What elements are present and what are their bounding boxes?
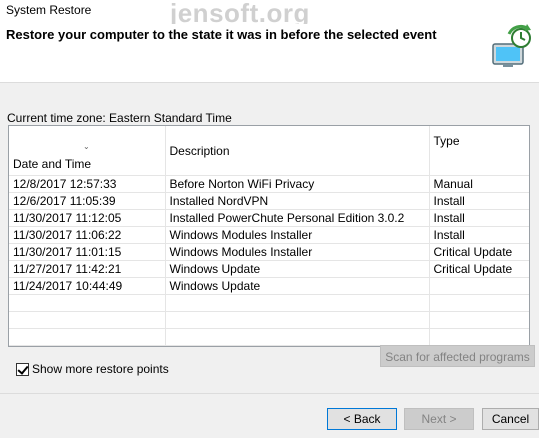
table-row[interactable]: 11/30/2017 11:01:15 Windows Modules Inst… [9, 243, 529, 261]
cell-description: Before Norton WiFi Privacy [165, 175, 430, 193]
cell-type: Install [429, 192, 529, 210]
title-bar: System Restore jensoft.org [0, 0, 539, 28]
header-panel: Restore your computer to the state it wa… [0, 24, 539, 83]
cell-type: Manual [429, 175, 529, 193]
empty-row [9, 328, 529, 346]
cell-type: Install [429, 209, 529, 227]
page-heading: Restore your computer to the state it wa… [6, 27, 437, 42]
cancel-button[interactable]: Cancel [482, 408, 539, 430]
restore-points-list[interactable]: ⌄ Date and Time Description Type 12/8/20… [8, 125, 530, 347]
cell-date: 12/8/2017 12:57:33 [9, 175, 166, 193]
timezone-label: Current time zone: Eastern Standard Time [7, 111, 232, 125]
window-title: System Restore [6, 3, 92, 17]
next-button[interactable]: Next > [404, 408, 474, 430]
empty-row [9, 311, 529, 329]
show-more-label[interactable]: Show more restore points [32, 362, 169, 376]
cell-date: 11/30/2017 11:01:15 [9, 243, 166, 261]
column-header-date[interactable]: ⌄ Date and Time [9, 126, 166, 176]
table-row[interactable]: 11/30/2017 11:06:22 Windows Modules Inst… [9, 226, 529, 244]
column-header-description[interactable]: Description [165, 126, 430, 176]
back-button[interactable]: < Back [327, 408, 397, 430]
cell-type: Install [429, 226, 529, 244]
system-restore-icon [492, 24, 531, 67]
cell-type: Critical Update [429, 243, 529, 261]
table-row[interactable]: 11/27/2017 11:42:21 Windows Update Criti… [9, 260, 529, 278]
table-row[interactable]: 11/24/2017 10:44:49 Windows Update [9, 277, 529, 295]
cell-type [429, 277, 529, 295]
cell-date: 11/27/2017 11:42:21 [9, 260, 166, 278]
sort-down-icon: ⌄ [83, 142, 90, 151]
cell-date: 11/30/2017 11:12:05 [9, 209, 166, 227]
cell-description: Windows Update [165, 260, 430, 278]
cell-description: Installed NordVPN [165, 192, 430, 210]
show-more-checkbox[interactable] [16, 363, 29, 376]
column-header-type[interactable]: Type [429, 126, 529, 176]
empty-row [9, 294, 529, 312]
table-row[interactable]: 11/30/2017 11:12:05 Installed PowerChute… [9, 209, 529, 227]
cell-date: 11/24/2017 10:44:49 [9, 277, 166, 295]
cell-date: 12/6/2017 11:05:39 [9, 192, 166, 210]
cell-description: Windows Modules Installer [165, 226, 430, 244]
table-row[interactable]: 12/8/2017 12:57:33 Before Norton WiFi Pr… [9, 175, 529, 193]
scan-affected-programs-button[interactable]: Scan for affected programs [380, 345, 535, 367]
table-row[interactable]: 12/6/2017 11:05:39 Installed NordVPN Ins… [9, 192, 529, 210]
cell-date: 11/30/2017 11:06:22 [9, 226, 166, 244]
cell-description: Windows Modules Installer [165, 243, 430, 261]
cell-description: Installed PowerChute Personal Edition 3.… [165, 209, 430, 227]
cell-description: Windows Update [165, 277, 430, 295]
cell-type: Critical Update [429, 260, 529, 278]
footer: < Back Next > Cancel [0, 393, 539, 438]
